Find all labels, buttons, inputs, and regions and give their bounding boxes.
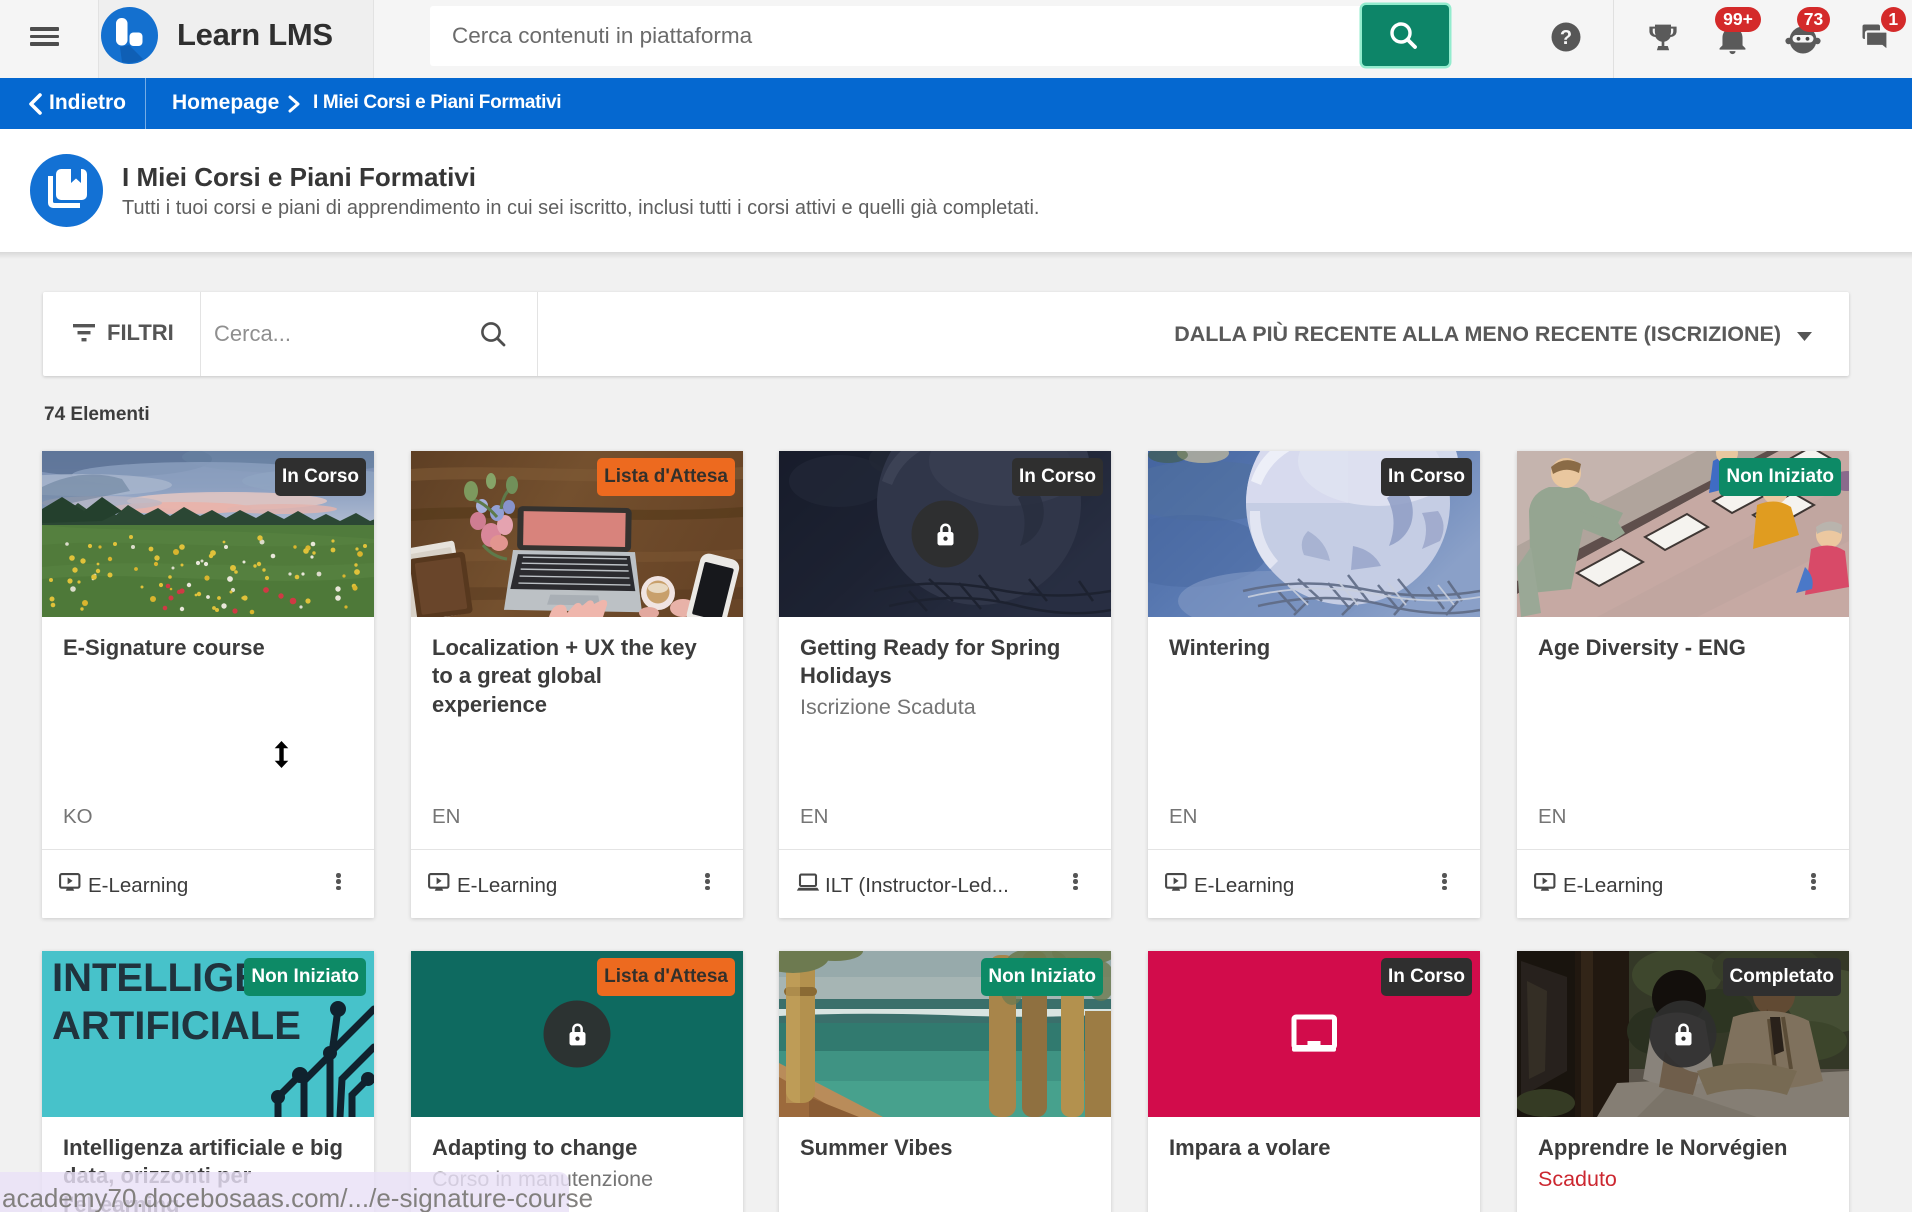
svg-text:ARTIFICIALE: ARTIFICIALE <box>52 1004 301 1048</box>
svg-text:?: ? <box>1560 27 1572 49</box>
